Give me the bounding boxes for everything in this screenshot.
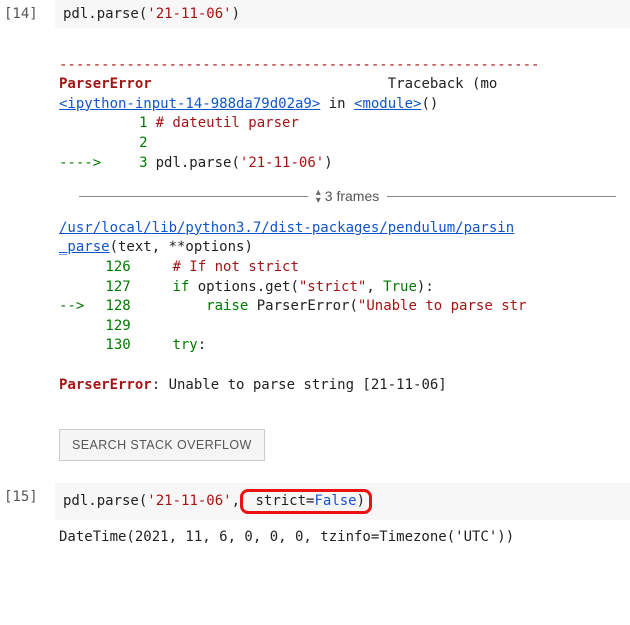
parse-sig: (text, **options): [110, 239, 253, 255]
module-close: (): [421, 96, 438, 112]
l127-comma: ,: [366, 279, 383, 295]
lineno-127: 127: [93, 278, 131, 298]
traceback-label: Traceback (mo: [388, 76, 498, 92]
code15-close: ): [357, 493, 365, 509]
traceback-rule: ----------------------------------------…: [59, 57, 539, 73]
final-error-name: ParserError: [59, 377, 152, 393]
arrow-3: ---->: [59, 155, 101, 171]
cell-15-prompt: [15]: [0, 483, 55, 511]
src3-callfn: pdl.parse(: [156, 155, 240, 171]
src1-text: # dateutil parser: [156, 115, 299, 131]
l128-raise: raise: [206, 298, 248, 314]
cell-14-output: ----------------------------------------…: [55, 28, 630, 483]
parse-fn[interactable]: _parse: [59, 239, 110, 255]
cell-15-input[interactable]: pdl.parse('21-11-06', strict=False): [55, 483, 630, 520]
cell-15: [15] pdl.parse('21-11-06', strict=False): [0, 483, 630, 520]
l127-strict: "strict": [299, 279, 366, 295]
src3-callclose: ): [324, 155, 332, 171]
frames-line-right: [387, 196, 616, 197]
src3-callarg: '21-11-06': [240, 155, 324, 171]
error-name: ParserError: [59, 76, 152, 92]
final-error-msg: : Unable to parse string [21-11-06]: [152, 377, 447, 393]
strict-false-highlight: strict=False): [240, 489, 372, 514]
l127-if: if: [172, 279, 189, 295]
file-link[interactable]: /usr/local/lib/python3.7/dist-packages/p…: [59, 220, 514, 236]
arrow-128: -->: [59, 298, 84, 314]
code15-comma: ,: [232, 493, 240, 509]
lineno-1: 1: [110, 114, 148, 134]
l130-try: try: [172, 337, 197, 353]
lineno-128: 128: [93, 297, 131, 317]
code-close: ): [232, 6, 240, 22]
cell-14-prompt: [14]: [0, 0, 55, 28]
cell-15-output: DateTime(2021, 11, 6, 0, 0, 0, tzinfo=Ti…: [55, 520, 630, 556]
code15-arg: '21-11-06': [147, 493, 231, 509]
code15-false: False: [314, 493, 356, 509]
l127-true: True: [383, 279, 417, 295]
frames-separator[interactable]: ▴▾ 3 frames: [79, 187, 616, 207]
frames-line-left: [79, 196, 308, 197]
module-link[interactable]: <module>: [354, 96, 421, 112]
lineno-3: 3: [110, 154, 148, 174]
frames-label: 3 frames: [325, 187, 379, 207]
search-stack-overflow-button[interactable]: SEARCH STACK OVERFLOW: [59, 429, 265, 461]
lineno-2: 2: [110, 134, 148, 154]
expand-icon[interactable]: ▴▾: [316, 189, 321, 205]
l127-rest1: options.get(: [189, 279, 299, 295]
code-arg: '21-11-06': [147, 6, 231, 22]
cell-14: [14] pdl.parse('21-11-06'): [0, 0, 630, 28]
l128-msg: "Unable to parse str: [358, 298, 527, 314]
code15-fn: pdl.parse(: [63, 493, 147, 509]
cell-15-output-text: DateTime(2021, 11, 6, 0, 0, 0, tzinfo=Ti…: [59, 529, 514, 545]
l127-rest2: ):: [417, 279, 434, 295]
lineno-130: 130: [93, 336, 131, 356]
code15-strict-kw: strict=: [247, 493, 314, 509]
l130-colon: :: [198, 337, 206, 353]
cell-14-input[interactable]: pdl.parse('21-11-06'): [55, 0, 630, 28]
l128-call: ParserError(: [248, 298, 358, 314]
lineno-129: 129: [93, 317, 131, 337]
code-fn: pdl.parse(: [63, 6, 147, 22]
ipython-input-link[interactable]: <ipython-input-14-988da79d02a9>: [59, 96, 320, 112]
lineno-126: 126: [93, 258, 131, 278]
in-word: in: [320, 96, 354, 112]
l126-comment: # If not strict: [172, 259, 298, 275]
